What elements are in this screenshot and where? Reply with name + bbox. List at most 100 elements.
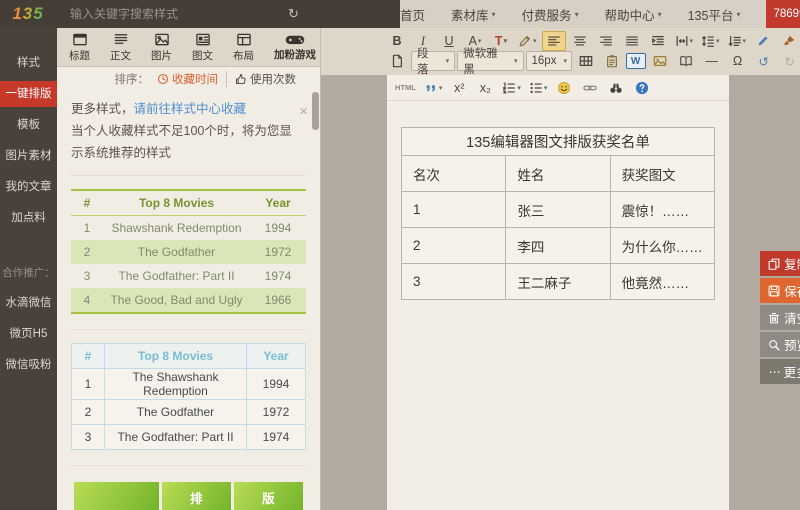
sidebar-item-templates[interactable]: 模板 (0, 112, 57, 138)
paragraph-format-select[interactable]: 段落▾ (411, 51, 455, 71)
horizontal-rule-icon[interactable]: — (700, 51, 724, 71)
editor-region: BIUA▾T▾▾▾▾▾▾ 段落▾微软雅黑▾16px▾W—Ω↺↻⊕ HTML▾x²… (321, 28, 800, 510)
tab-image[interactable]: 图片 (141, 32, 182, 63)
chevron-down-icon: ▾ (517, 84, 521, 92)
sidebar-item-weiye-h5[interactable]: 微页H5 (0, 321, 57, 347)
paste-icon[interactable] (600, 51, 624, 71)
help-icon[interactable] (630, 78, 654, 98)
sidebar-item-shuidi-weixin[interactable]: 水滴微信 (0, 290, 57, 316)
copy-button[interactable]: 复制 (760, 251, 800, 276)
sidebar-item-weixin-xifen[interactable]: 微信吸粉 (0, 352, 57, 378)
fan-game-button[interactable]: 加粉游戏 (274, 33, 316, 62)
line-height-icon[interactable]: ▾ (698, 31, 723, 51)
html-source-icon[interactable]: HTML (392, 78, 419, 98)
refresh-icon[interactable]: ↻ (288, 6, 299, 22)
nav-135-platform[interactable]: 135平台▾ (688, 5, 741, 24)
nav-paid-services[interactable]: 付费服务▾ (522, 5, 579, 24)
superscript-icon[interactable]: x² (447, 78, 471, 98)
nav-home[interactable]: 首页 (400, 5, 425, 24)
underline-icon[interactable]: U (437, 31, 461, 51)
align-right-icon[interactable] (594, 31, 618, 51)
find-replace-icon[interactable] (604, 78, 628, 98)
style-preview-green-grid[interactable]: 排 版 1freefree2freefree3freefree (71, 466, 306, 510)
sidebar-item-extras[interactable]: 加点料 (0, 205, 57, 231)
tab-layout[interactable]: 布局 (223, 32, 264, 63)
chevron-down-icon: ▾ (492, 10, 496, 19)
style-preview-green-table[interactable]: #Top 8 MoviesYear 1Shawshank Redemption1… (71, 175, 306, 330)
table-row: 1The Shawshank Redemption1994 (72, 368, 306, 399)
style-preview-blue-table[interactable]: #Top 8 MoviesYear 1The Shawshank Redempt… (71, 330, 306, 466)
tab-icon (113, 32, 129, 47)
panel-scrollbar[interactable] (312, 92, 319, 492)
notice-body: 当个人收藏样式不足100个时，将为您显示系统推荐的样式 (71, 121, 292, 165)
tab-icon (72, 32, 88, 47)
tab-body-text[interactable]: 正文 (100, 32, 141, 63)
table-row: 2The Godfather1972 (71, 240, 306, 264)
chevron-down-icon: ▾ (544, 84, 548, 92)
subscript-icon[interactable]: x₂ (473, 78, 497, 98)
search-input[interactable] (68, 6, 252, 22)
table-row: 1张三震惊！…… (402, 192, 715, 228)
sort-row: 排序： 收藏时间使用次数 (57, 67, 320, 91)
format-brush-icon[interactable] (777, 31, 800, 51)
sidebar-item-one-click-layout[interactable]: 一键排版 (0, 81, 57, 107)
indent-icon[interactable] (646, 31, 670, 51)
tab-icon (154, 32, 170, 47)
more-button[interactable]: ⋯更多 (760, 359, 800, 384)
account-menu[interactable]: 786992714 ▾ (766, 0, 800, 28)
format-pencil-icon[interactable] (751, 31, 775, 51)
special-char-icon[interactable]: Ω (726, 51, 750, 71)
preview-button[interactable]: 预览 (760, 332, 800, 357)
notice-banner: 更多样式，请前往样式中心收藏 × 当个人收藏样式不足100个时，将为您显示系统推… (71, 99, 306, 165)
paragraph-spacing-icon[interactable]: ▾ (725, 31, 750, 51)
tab-title[interactable]: 标题 (59, 32, 100, 63)
link-icon[interactable] (578, 78, 602, 98)
chevron-down-icon: ▾ (690, 37, 694, 45)
gamepad-icon (283, 33, 307, 46)
document-content[interactable]: 135编辑器图文排版获奖名单 名次姓名获奖图文 1张三震惊！……2李四为什么你…… (387, 101, 729, 326)
chevron-down-icon: ▾ (563, 57, 567, 65)
clear-button[interactable]: 清空 (760, 305, 800, 330)
sidebar-item-my-articles[interactable]: 我的文章 (0, 174, 57, 200)
sort-by-use-count[interactable]: 使用次数 (226, 71, 304, 87)
redo-icon[interactable]: ↻ (778, 51, 800, 71)
align-justify-icon[interactable] (620, 31, 644, 51)
template-library-icon[interactable] (674, 51, 698, 71)
style-center-link[interactable]: 请前往样式中心收藏 (134, 102, 247, 116)
nav-material-library[interactable]: 素材库▾ (451, 5, 496, 24)
save-button[interactable]: 保存 (760, 278, 800, 303)
insert-image-icon[interactable] (648, 51, 672, 71)
sidebar-item-image-assets[interactable]: 图片素材 (0, 143, 57, 169)
sort-label: 排序： (115, 71, 150, 87)
editor-page[interactable]: HTML▾x²x₂▾▾ 135编辑器图文排版获奖名单 名次姓名获奖图文 1张三震… (387, 75, 729, 510)
table-row: 1Shawshank Redemption1994 (71, 215, 306, 240)
left-sidebar: 样式一键排版模板图片素材我的文章加点料 合作推广： 水滴微信微页H5微信吸粉 (0, 28, 57, 510)
quote-style-icon[interactable]: ▾ (421, 78, 446, 98)
toolbar-row-2: 段落▾微软雅黑▾16px▾W—Ω↺↻⊕ (385, 51, 800, 71)
nav-help-center[interactable]: 帮助中心▾ (605, 5, 662, 24)
sidebar-item-styles[interactable]: 样式 (0, 50, 57, 76)
undo-icon[interactable]: ↺ (752, 51, 776, 71)
tab-image-text[interactable]: 图文 (182, 32, 223, 63)
ordered-list-icon[interactable]: ▾ (499, 78, 524, 98)
highlight-pen-icon[interactable]: ▾ (515, 31, 540, 51)
table-row: 2The Godfather1972 (72, 399, 306, 424)
letter-spacing-icon[interactable]: ▾ (672, 31, 697, 51)
font-size-select[interactable]: 16px▾ (526, 51, 572, 71)
chevron-down-icon: ▾ (736, 10, 740, 19)
font-family-select[interactable]: 微软雅黑▾ (457, 51, 523, 71)
unordered-list-icon[interactable]: ▾ (526, 78, 551, 98)
sort-by-favorite-time[interactable]: 收藏时间 (149, 71, 226, 87)
floating-actions: 复制保存清空预览⋯更多 (760, 251, 800, 384)
close-icon[interactable]: × (299, 99, 308, 125)
align-left-icon[interactable] (542, 31, 566, 51)
align-center-icon[interactable] (568, 31, 592, 51)
bold-icon[interactable]: B (385, 31, 409, 51)
app-logo[interactable]: 135 (0, 4, 56, 24)
chevron-down-icon: ▾ (743, 37, 747, 45)
new-document-icon[interactable] (385, 51, 409, 71)
word-import-icon[interactable]: W (626, 53, 646, 69)
style-panel: 标题正文图片图文布局 加粉游戏 排序： 收藏时间使用次数 更多样式，请前往样式中… (57, 28, 321, 510)
insert-table-icon[interactable] (574, 51, 598, 71)
emoji-icon[interactable] (552, 78, 576, 98)
